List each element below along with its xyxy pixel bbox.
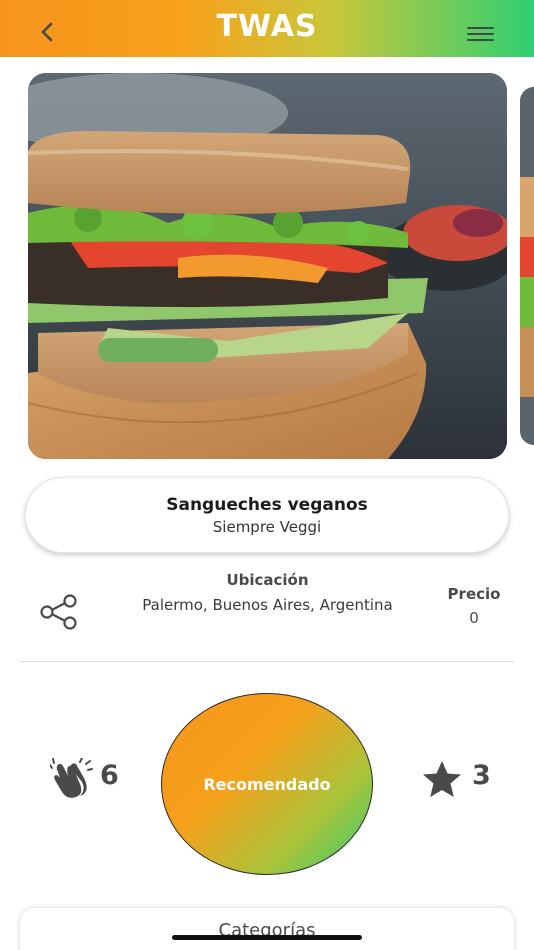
app-header: TWAS <box>0 0 534 57</box>
sandwich-illustration <box>28 73 507 459</box>
sandwich-photo[interactable] <box>28 73 507 459</box>
home-indicator[interactable] <box>172 935 362 940</box>
hamburger-menu-icon <box>467 27 494 29</box>
share-button[interactable] <box>38 594 80 630</box>
star-icon <box>423 761 461 797</box>
menu-button[interactable] <box>462 20 498 46</box>
price-value: 0 <box>469 609 479 627</box>
image-carousel[interactable] <box>0 57 534 467</box>
share-icon <box>40 594 77 630</box>
categories-card[interactable]: Categorías <box>20 908 514 950</box>
place-name: Sangueches veganos <box>166 495 368 515</box>
place-subtitle: Siempre Veggi <box>212 518 322 536</box>
location-label: Ubicación <box>226 571 309 589</box>
star-count: 3 <box>472 760 491 791</box>
next-photo-preview[interactable] <box>520 87 534 445</box>
section-divider <box>20 661 514 662</box>
clap-button[interactable] <box>49 757 94 800</box>
recommend-label: Recomendado <box>203 774 331 794</box>
price-label: Precio <box>447 585 501 603</box>
clap-count: 6 <box>100 760 119 791</box>
recommend-button[interactable]: Recomendado <box>161 693 373 875</box>
app-title: TWAS <box>216 9 318 44</box>
place-info-card: Sangueches veganos Siempre Veggi <box>25 477 509 553</box>
star-button[interactable] <box>420 759 464 799</box>
location-value: Palermo, Buenos Aires, Argentina <box>142 596 393 614</box>
clapping-hands-icon <box>49 757 93 798</box>
